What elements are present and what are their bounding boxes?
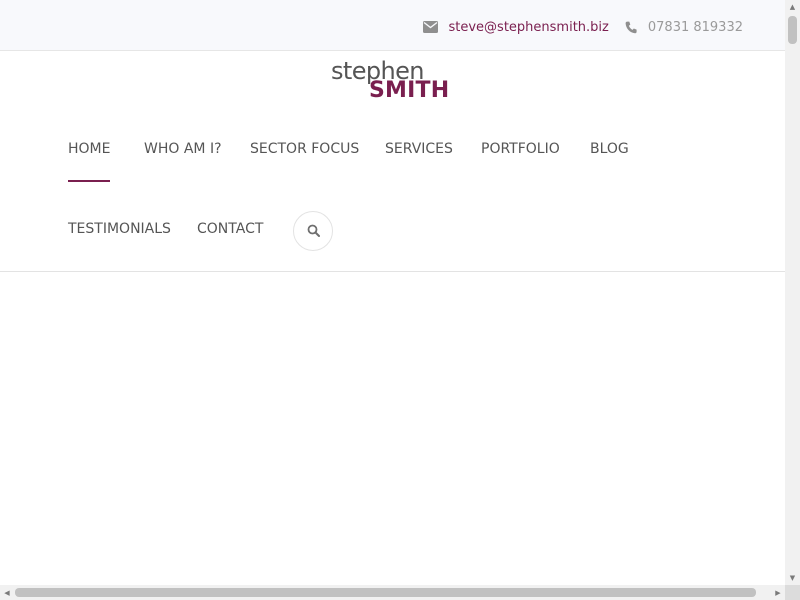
email-link[interactable]: steve@stephensmith.biz xyxy=(449,20,609,35)
horizontal-scrollbar[interactable]: ◀ ▶ xyxy=(0,585,785,600)
phone-icon xyxy=(625,21,637,34)
logo-last-name: SMITH xyxy=(369,78,450,103)
site-logo[interactable]: stephen SMITH xyxy=(331,57,457,104)
browser-viewport: steve@stephensmith.biz 07831 819332 step… xyxy=(0,0,785,585)
header-divider xyxy=(0,271,785,272)
scrollbar-corner xyxy=(785,585,800,600)
envelope-icon xyxy=(422,21,438,33)
search-icon xyxy=(307,222,320,241)
phone-number: 07831 819332 xyxy=(647,19,743,35)
horizontal-scroll-thumb[interactable] xyxy=(15,588,756,597)
vertical-scrollbar[interactable]: ▲ ▼ xyxy=(785,0,800,585)
main-navigation: HOME WHO AM I? SECTOR FOCUS SERVICES POR… xyxy=(0,111,785,271)
scroll-left-arrow-icon[interactable]: ◀ xyxy=(0,585,14,600)
nav-blog[interactable]: BLOG xyxy=(590,141,629,157)
nav-portfolio[interactable]: PORTFOLIO xyxy=(481,141,560,157)
nav-sector-focus[interactable]: SECTOR FOCUS xyxy=(250,141,359,157)
contact-info: steve@stephensmith.biz 07831 819332 xyxy=(422,18,743,36)
scroll-down-arrow-icon[interactable]: ▼ xyxy=(785,571,800,585)
top-contact-bar: steve@stephensmith.biz 07831 819332 xyxy=(0,0,785,51)
scroll-right-arrow-icon[interactable]: ▶ xyxy=(771,585,785,600)
nav-home[interactable]: HOME xyxy=(68,141,111,182)
search-button[interactable] xyxy=(293,211,333,251)
nav-contact[interactable]: CONTACT xyxy=(197,221,263,237)
vertical-scroll-thumb[interactable] xyxy=(788,16,797,44)
nav-services[interactable]: SERVICES xyxy=(385,141,453,157)
scroll-up-arrow-icon[interactable]: ▲ xyxy=(785,0,800,14)
nav-who-am-i[interactable]: WHO AM I? xyxy=(144,141,222,157)
nav-testimonials[interactable]: TESTIMONIALS xyxy=(68,221,171,237)
